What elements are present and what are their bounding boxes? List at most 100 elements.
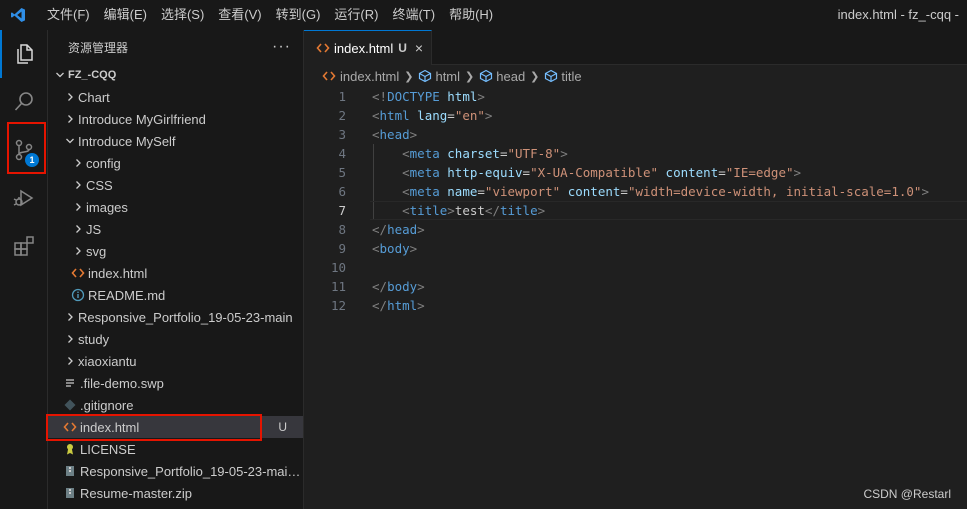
tree-item-label: Introduce MySelf	[78, 133, 176, 149]
line-number: 1	[338, 89, 346, 104]
line-number: 9	[338, 241, 346, 256]
explorer-header: 资源管理器 ···	[48, 30, 303, 64]
archive-icon	[62, 464, 78, 478]
workspace-label: FZ_-CQQ	[68, 69, 117, 81]
tree-item-label: JS	[86, 221, 102, 237]
files-icon	[17, 44, 33, 64]
menu-view[interactable]: 查看(V)	[211, 0, 268, 30]
tree-item-label: Resume-master.zip	[80, 485, 192, 501]
extensions-activity-button[interactable]	[0, 222, 48, 270]
tree-item-label: Responsive_Portfolio_19-05-23-main	[78, 309, 293, 325]
folder-introduce-myself[interactable]: Introduce MySelf	[48, 130, 303, 152]
close-icon[interactable]: ×	[415, 40, 423, 56]
tree-item-label: CSS	[86, 177, 113, 193]
folder-css[interactable]: CSS	[48, 174, 303, 196]
run-debug-activity-button[interactable]	[0, 174, 48, 222]
chevron-right-icon	[62, 331, 78, 347]
chevron-down-icon	[62, 133, 78, 149]
menu-help[interactable]: 帮助(H)	[442, 0, 500, 30]
tab-index-html[interactable]: index.html U ×	[304, 30, 433, 65]
folder-responsive-portfolio-19-05-23-main[interactable]: Responsive_Portfolio_19-05-23-main	[48, 306, 303, 328]
menu-go[interactable]: 转到(G)	[269, 0, 328, 30]
folder-xiaoxiantu[interactable]: xiaoxiantu	[48, 350, 303, 372]
code-line: 5 <meta http-equiv="X-UA-Compatible" con…	[304, 163, 967, 182]
breadcrumb-html[interactable]: html	[418, 69, 460, 84]
code-line: 2 <html lang="en">	[304, 106, 967, 125]
menu-run[interactable]: 运行(R)	[327, 0, 385, 30]
extensions-icon	[14, 236, 34, 256]
tab-label: index.html	[334, 40, 394, 56]
line-number: 7	[338, 203, 346, 218]
line-number: 5	[338, 165, 346, 180]
explorer-title: 资源管理器	[68, 40, 129, 55]
tree-item-label: study	[78, 331, 110, 347]
file-readme-md[interactable]: README.md	[48, 284, 303, 306]
run-debug-icon	[13, 189, 34, 207]
search-activity-button[interactable]	[0, 78, 48, 126]
tab-git-status: U	[398, 41, 407, 55]
file-gitignore[interactable]: .gitignore	[48, 394, 303, 416]
file-license[interactable]: LICENSE	[48, 438, 303, 460]
line-number: 12	[330, 298, 346, 313]
breadcrumb-file-label: index.html	[340, 68, 400, 84]
menu-terminal[interactable]: 终端(T)	[385, 0, 442, 30]
menu-edit[interactable]: 编辑(E)	[97, 0, 154, 30]
git-status-badge: U	[278, 420, 287, 434]
code-line: 10	[304, 258, 967, 277]
folder-svg[interactable]: svg	[48, 240, 303, 262]
search-icon	[14, 92, 33, 111]
archive-icon	[62, 486, 78, 500]
explorer-activity-button[interactable]	[0, 30, 48, 78]
text-file-icon	[62, 376, 78, 390]
chevron-right-icon: ❯	[404, 70, 414, 83]
code-line: 4 <meta charset="UTF-8">	[304, 144, 967, 163]
tree-item-label: Introduce MyGirlfriend	[78, 111, 206, 127]
breadcrumb: index.html ❯ html ❯ head ❯ title	[304, 65, 967, 87]
html-file-icon	[70, 266, 86, 280]
cube-icon	[480, 69, 493, 83]
menu-selection[interactable]: 选择(S)	[154, 0, 211, 30]
code-line-current: 7 <title>test</title>	[304, 201, 967, 220]
breadcrumb-file[interactable]: index.html	[322, 69, 399, 84]
file-resume-master-zip[interactable]: Resume-master.zip	[48, 482, 303, 504]
chevron-right-icon	[62, 111, 78, 127]
workspace-root[interactable]: FZ_-CQQ	[48, 64, 303, 86]
file-index-html[interactable]: index.html	[48, 262, 303, 284]
folder-config[interactable]: config	[48, 152, 303, 174]
source-control-highlight-box	[7, 122, 46, 174]
breadcrumb-title[interactable]: title	[544, 68, 582, 84]
cube-icon	[545, 69, 558, 83]
license-icon	[62, 442, 78, 456]
breadcrumb-title-label: title	[561, 68, 582, 84]
breadcrumb-head[interactable]: head	[479, 69, 525, 84]
more-actions-icon[interactable]: ···	[272, 38, 291, 56]
code-line: 11 </body>	[304, 277, 967, 296]
code-line: 12 </html>	[304, 296, 967, 315]
file-file-demo-swp[interactable]: .file-demo.swp	[48, 372, 303, 394]
code-line: 3 <head>	[304, 125, 967, 144]
folder-js[interactable]: JS	[48, 218, 303, 240]
chevron-right-icon	[70, 243, 86, 259]
chevron-right-icon: ❯	[530, 70, 540, 83]
html-file-icon	[322, 71, 336, 81]
code-line: 6 <meta name="viewport" content="width=d…	[304, 182, 967, 201]
tree-item-label: images	[86, 199, 128, 215]
file-responsive-portfolio-19-05-23-main[interactable]: Responsive_Portfolio_19-05-23-main...	[48, 460, 303, 482]
chevron-right-icon: ❯	[465, 70, 475, 83]
folder-images[interactable]: images	[48, 196, 303, 218]
html-file-icon	[316, 43, 330, 53]
window-title: index.html - fz_-cqq -	[837, 7, 959, 22]
menu-file[interactable]: 文件(F)	[40, 0, 97, 30]
folder-study[interactable]: study	[48, 328, 303, 350]
explorer-sidebar: 资源管理器 ··· FZ_-CQQ Chart Introduce MyGirlfr…	[46, 30, 304, 509]
folder-introduce-mygirlfriend[interactable]: Introduce MyGirlfriend	[48, 108, 303, 130]
menu-bar: 文件(F) 编辑(E) 选择(S) 查看(V) 转到(G) 运行(R) 终端(T…	[36, 0, 500, 30]
watermark: CSDN @Restarl	[863, 487, 951, 501]
line-number: 11	[330, 279, 346, 294]
breadcrumb-html-label: html	[435, 68, 461, 84]
editor-tabs: index.html U ×	[304, 30, 967, 65]
chevron-right-icon	[62, 89, 78, 105]
folder-chart[interactable]: Chart	[48, 86, 303, 108]
editor-area: index.html U × index.html ❯ html ❯ head …	[304, 30, 967, 509]
tree-item-label: svg	[86, 243, 107, 259]
